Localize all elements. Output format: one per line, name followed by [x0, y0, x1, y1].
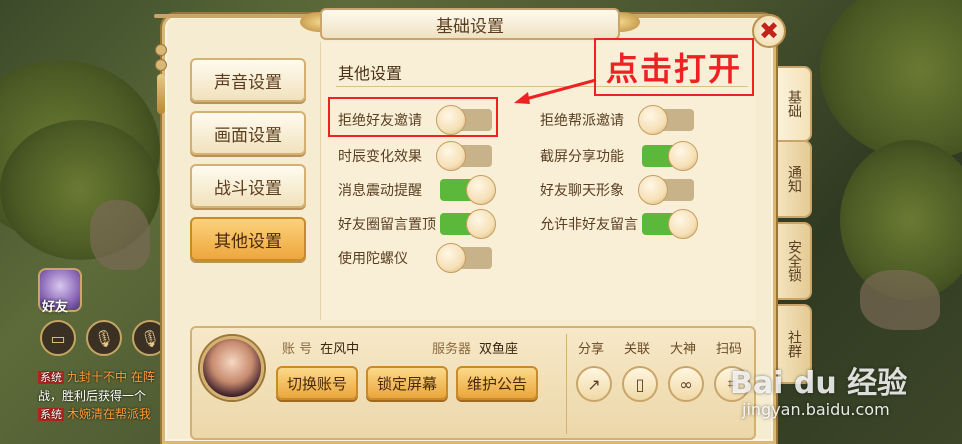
switch-account-button[interactable]: 切换账号 [276, 366, 358, 400]
chain-link-icon: ∞ [679, 374, 693, 394]
menu-other-settings[interactable]: 其他设置 [190, 217, 306, 261]
chat-toolbar: ▭ 🎙 🎙 [40, 320, 168, 356]
panel-title: 基础设置 [320, 8, 620, 40]
option-label: 截屏分享功能 [540, 149, 624, 165]
section-title: 其他设置 [338, 64, 403, 83]
menu-graphics-settings[interactable]: 画面设置 [190, 111, 306, 155]
menu-sound-settings[interactable]: 声音设置 [190, 58, 306, 102]
option-label: 好友圈留言置顶 [338, 217, 436, 233]
maintenance-notice-button[interactable]: 维护公告 [456, 366, 538, 400]
option-label: 时辰变化效果 [338, 149, 422, 165]
watermark-brand: Bai du 经验 [730, 366, 908, 401]
tab-notification[interactable]: 通知 [778, 140, 812, 218]
share-icon: ↗ [587, 374, 601, 394]
toggle-knob [466, 209, 496, 239]
toggle-pin-moments-comments[interactable] [440, 209, 496, 239]
microphone-icon[interactable]: 🎙 [86, 320, 122, 356]
player-avatar[interactable] [200, 336, 264, 400]
phone-icon: ▯ [635, 374, 645, 394]
chat-tag: 系统 [38, 408, 64, 421]
panel-top-bar [628, 14, 773, 18]
menu-battle-settings[interactable]: 战斗设置 [190, 164, 306, 208]
share-label: 分享 [578, 342, 605, 357]
link-button[interactable]: ▯ [622, 366, 658, 402]
close-button[interactable]: ✖ [752, 14, 786, 48]
option-label: 拒绝帮派邀请 [540, 113, 624, 129]
chat-tag: 系统 [38, 371, 64, 384]
dashen-button[interactable]: ∞ [668, 366, 704, 402]
divider [566, 334, 567, 434]
account-info: 账 号在风中 [282, 342, 360, 357]
toggle-knob [668, 141, 698, 171]
option-label: 消息震动提醒 [338, 183, 422, 199]
toggle-screenshot-share[interactable] [642, 141, 698, 171]
toggle-allow-non-friend-comments[interactable] [642, 209, 698, 239]
friends-label: 好友 [42, 300, 69, 315]
toggle-time-change-effect[interactable] [436, 141, 492, 171]
option-label: 使用陀螺仪 [338, 251, 408, 267]
link-label: 关联 [624, 342, 651, 357]
toggle-knob [638, 175, 668, 205]
dashen-label: 大神 [670, 342, 697, 357]
account-name: 在风中 [320, 342, 360, 357]
tassel-ornament [154, 44, 168, 134]
toggle-knob [466, 175, 496, 205]
toggle-knob [638, 105, 668, 135]
close-icon: ✖ [758, 17, 780, 45]
toggle-use-gyroscope[interactable] [436, 243, 492, 273]
tab-security-lock[interactable]: 安全锁 [778, 222, 812, 300]
toggle-knob [668, 209, 698, 239]
watermark-url: jingyan.baidu.com [742, 400, 890, 419]
server-info: 服务器 双鱼座 [432, 342, 519, 357]
lock-screen-button[interactable]: 锁定屏幕 [366, 366, 448, 400]
toggle-message-vibration[interactable] [440, 175, 496, 205]
toggle-knob [436, 141, 466, 171]
toggle-knob [436, 243, 466, 273]
tab-basic[interactable]: 基础 [778, 66, 812, 142]
server-name: 双鱼座 [479, 342, 519, 357]
annotation-label: 点击打开 [606, 50, 743, 88]
toggle-friend-chat-avatar[interactable] [638, 175, 694, 205]
toggle-reject-guild-invite[interactable] [638, 105, 694, 135]
share-button[interactable]: ↗ [576, 366, 612, 402]
highlight-box [328, 97, 498, 137]
scan-label: 扫码 [716, 342, 743, 357]
chat-bubble-icon[interactable]: ▭ [40, 320, 76, 356]
option-label: 好友聊天形象 [540, 183, 624, 199]
annotation-arrow-icon [514, 78, 597, 104]
option-label: 允许非好友留言 [540, 217, 638, 233]
